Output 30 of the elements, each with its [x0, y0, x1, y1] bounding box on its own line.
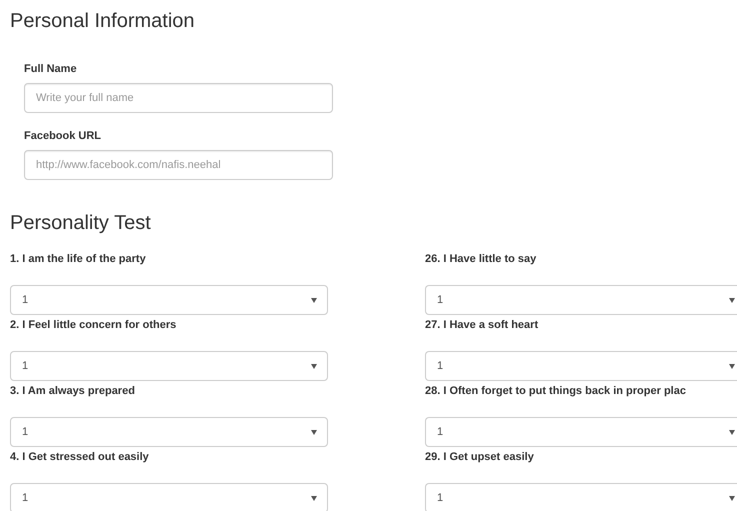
- question-label: 4. I Get stressed out easily: [10, 450, 149, 464]
- caret-icon: [729, 298, 735, 302]
- question-label: 27. I Have a soft heart: [425, 318, 538, 332]
- caret-icon: [729, 430, 735, 434]
- select-dropdown[interactable]: 1: [10, 351, 328, 381]
- question-label: 28. I Often forget to put things back in proper plac: [425, 384, 686, 398]
- question-label: 26. I Have little to say: [425, 252, 536, 266]
- caret-icon: [311, 496, 317, 500]
- caret-icon: [729, 496, 735, 500]
- question-label: 2. I Feel little concern for others: [10, 318, 176, 332]
- question-label: 29. I Get upset easily: [425, 450, 534, 464]
- section-heading: Personality Test: [10, 211, 152, 236]
- field-label: Facebook URL: [24, 129, 102, 143]
- input-field[interactable]: Write your full name: [24, 83, 333, 113]
- question-label: 3. I Am always prepared: [10, 384, 135, 398]
- caret-icon: [311, 364, 317, 368]
- select-dropdown[interactable]: 1: [10, 483, 328, 511]
- section-heading: Personal Information: [10, 9, 196, 34]
- select-dropdown[interactable]: 1: [425, 285, 737, 315]
- caret-icon: [729, 364, 735, 368]
- select-dropdown[interactable]: 1: [425, 351, 737, 381]
- select-dropdown[interactable]: 1: [425, 417, 737, 447]
- input-field[interactable]: http://www.facebook.com/nafis.neehal: [24, 150, 333, 180]
- select-dropdown[interactable]: 1: [10, 417, 328, 447]
- caret-icon: [311, 298, 317, 302]
- question-label: 1. I am the life of the party: [10, 252, 146, 266]
- select-dropdown[interactable]: 1: [10, 285, 328, 315]
- caret-icon: [311, 430, 317, 434]
- select-dropdown[interactable]: 1: [425, 483, 737, 511]
- field-label: Full Name: [24, 62, 77, 76]
